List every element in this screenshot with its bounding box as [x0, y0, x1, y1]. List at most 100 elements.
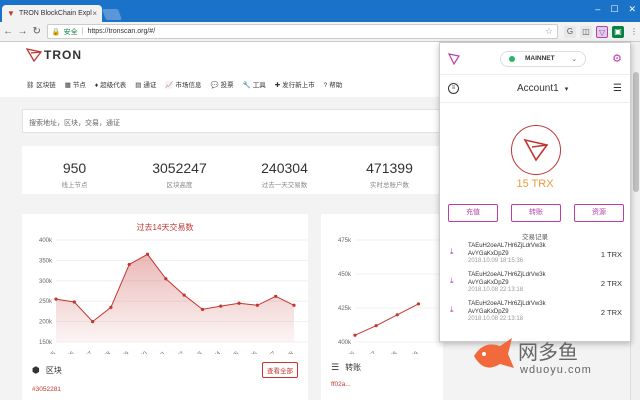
close-window-button[interactable]: ✕	[628, 4, 636, 15]
deposit-button[interactable]: 充值	[448, 204, 498, 222]
wallet-actions: 充值 转账 资源	[448, 204, 624, 222]
data-point[interactable]	[255, 303, 259, 307]
nav-icon: ▦	[64, 82, 71, 89]
balance: 15 TRX	[516, 178, 554, 190]
transfer-row[interactable]: ff02a...	[321, 381, 443, 388]
reload-icon[interactable]: ↻	[31, 26, 43, 37]
secure-label: 安全	[63, 28, 78, 36]
menu-icon[interactable]: ☰	[613, 83, 622, 94]
data-point[interactable]	[91, 320, 95, 324]
nav-item[interactable]: ⛓ 区块链	[26, 79, 56, 89]
nav-item[interactable]: ? 帮助	[324, 79, 343, 89]
blocks-panel-title: 区块	[45, 365, 62, 375]
back-icon[interactable]: ←	[2, 26, 14, 37]
maximize-button[interactable]: ☐	[610, 4, 618, 15]
nav-icon: ✚	[274, 82, 281, 89]
scrollbar-thumb[interactable]	[633, 72, 639, 192]
data-point[interactable]	[109, 305, 113, 309]
url-input[interactable]: 🔒 安全 | https://tronscan.org/#/ ☆	[46, 24, 559, 39]
data-point[interactable]	[72, 300, 76, 304]
y-tick-label: 250k	[39, 299, 53, 305]
window-controls: – ☐ ✕	[595, 4, 636, 15]
receive-icon: ⤓	[450, 276, 454, 285]
nav-label: 节点	[72, 82, 86, 89]
nav-item[interactable]: ✚ 发行新上市	[275, 79, 315, 89]
nav-label: 投票	[220, 82, 234, 89]
data-point[interactable]	[200, 307, 205, 311]
tx-item[interactable]: ⤓ TAEuH2oeAL7Hr6ZjLdrVw3k AvYGaKxDpZ9 2018.…	[450, 243, 622, 272]
account-row: ≡ Account1 ▾ ☰	[440, 75, 630, 103]
data-point[interactable]	[164, 277, 168, 281]
stat-value: 240304	[261, 160, 308, 176]
green-extension-icon[interactable]: ▣	[612, 25, 625, 38]
tx-amount: 2 TRX	[600, 279, 622, 288]
nav-item[interactable]: ▤ 通证	[135, 79, 156, 89]
chevron-down-icon: ⌄	[571, 55, 577, 63]
nav-item[interactable]: ▦ 节点	[65, 79, 86, 89]
tron-logo-icon	[26, 48, 42, 62]
settings-gear-icon[interactable]: ⚙	[612, 52, 622, 65]
browser-tab[interactable]: ▼ TRON BlockChain Expl ×	[2, 5, 102, 22]
data-point[interactable]	[54, 297, 58, 301]
data-point[interactable]	[182, 293, 186, 297]
bookmark-star-icon[interactable]: ☆	[545, 26, 553, 37]
tron-logo[interactable]: TRON	[26, 48, 82, 62]
stat-value: 3052247	[152, 160, 207, 176]
stat-card: 240304 过去一天交易数	[232, 146, 337, 194]
transfer-button[interactable]: 转账	[511, 204, 561, 222]
data-point[interactable]	[416, 302, 421, 306]
data-point[interactable]	[127, 262, 131, 267]
data-point[interactable]	[237, 301, 241, 305]
y-tick-label: 200k	[39, 320, 53, 326]
tx-address-line1: TAEuH2oeAL7Hr6ZjLdrVw3k	[468, 243, 546, 249]
nav-item[interactable]: ♦ 超级代表	[95, 79, 126, 89]
data-point[interactable]	[145, 252, 150, 256]
forward-icon[interactable]: →	[16, 26, 28, 37]
nav-item[interactable]: 🔧 工具	[243, 79, 266, 89]
data-point[interactable]	[274, 294, 278, 298]
y-tick-label: 350k	[39, 258, 53, 264]
data-point[interactable]	[353, 333, 357, 337]
tx-item[interactable]: ⤓ TAEuH2oeAL7Hr6ZjLdrVw3k AvYGaKxDpZ9 2018.…	[450, 272, 622, 301]
block-row[interactable]: #3052281	[22, 386, 308, 393]
page-scrollbar[interactable]	[630, 42, 640, 400]
stat-value: 950	[62, 160, 87, 176]
search-input[interactable]: 搜索地址，区块，交易，通证	[22, 109, 442, 133]
tron-favicon-icon: ▼	[7, 8, 15, 18]
resources-button[interactable]: 资源	[574, 204, 624, 222]
nav-label: 发行新上市	[282, 82, 315, 89]
main-nav: ⛓ 区块链 ▦ 节点 ♦ 超级代表 ▤ 通证 📈 市场信息 💬 投票 🔧 工具 ✚ 发行新上市 ? 帮助	[26, 79, 342, 89]
nav-item[interactable]: 💬 投票	[211, 79, 234, 89]
network-selector[interactable]: MAINNET ⌄	[500, 50, 586, 67]
translate-extension-icon[interactable]: G	[564, 25, 577, 38]
tx-item[interactable]: ⤓ TAEuH2oeAL7Hr6ZjLdrVw3k AvYGaKxDpZ9 2018.…	[450, 301, 622, 330]
data-point[interactable]	[219, 304, 223, 308]
browser-menu-icon[interactable]: ⋮	[628, 26, 640, 38]
account-chevron-icon[interactable]: ▾	[565, 85, 569, 93]
tx-address-line1: TAEuH2oeAL7Hr6ZjLdrVw3k	[468, 272, 546, 278]
account-icon[interactable]: ≡	[448, 83, 459, 94]
y-tick-label: 300k	[39, 279, 53, 285]
data-point[interactable]	[292, 303, 296, 307]
stat-card: 950 线上节点	[22, 146, 127, 194]
extension-icon[interactable]: ◫	[580, 25, 593, 38]
series-line	[354, 303, 419, 336]
account-name[interactable]: Account1	[517, 83, 559, 94]
nav-icon: ♦	[94, 82, 99, 89]
data-point[interactable]	[395, 313, 399, 317]
lock-icon: 🔒	[51, 28, 61, 36]
network-status-dot	[509, 55, 515, 62]
stat-card: 3052247 区块高度	[127, 146, 232, 194]
new-tab-button[interactable]	[101, 9, 123, 20]
stat-label: 实时总账户数	[370, 182, 409, 189]
network-name: MAINNET	[525, 55, 555, 62]
data-point[interactable]	[374, 324, 378, 328]
minimize-button[interactable]: –	[595, 4, 600, 15]
stat-value: 471399	[366, 160, 413, 176]
nav-item[interactable]: 📈 市场信息	[165, 79, 201, 89]
nav-icon: ⛓	[26, 82, 35, 89]
address-bar: ← → ↻ 🔒 安全 | https://tronscan.org/#/ ☆ G…	[0, 22, 640, 42]
tronlink-extension-icon[interactable]: ▽	[596, 25, 609, 38]
view-all-button[interactable]: 查看全部	[262, 362, 298, 378]
tab-close-icon[interactable]: ×	[92, 9, 97, 18]
